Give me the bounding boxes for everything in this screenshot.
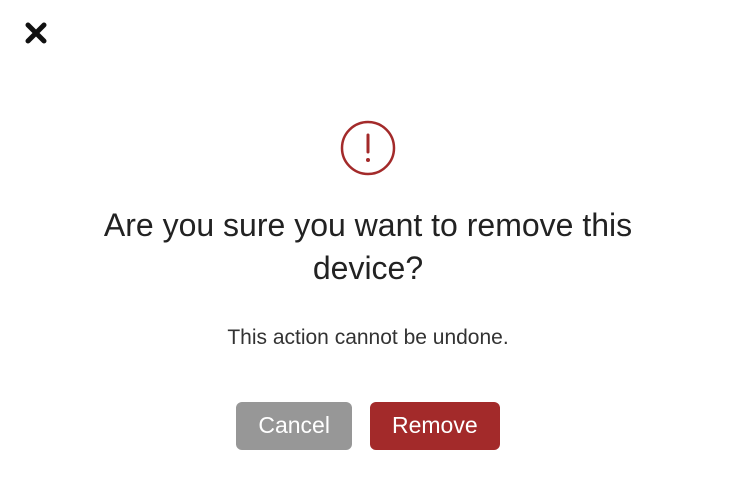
confirm-dialog: Are you sure you want to remove this dev… (0, 120, 736, 450)
cancel-button[interactable]: Cancel (236, 402, 352, 450)
close-button[interactable] (22, 20, 50, 48)
alert-circle-icon (340, 120, 396, 176)
dialog-title: Are you sure you want to remove this dev… (88, 204, 648, 290)
dialog-subtitle: This action cannot be undone. (227, 326, 508, 350)
remove-button[interactable]: Remove (370, 402, 500, 450)
dialog-actions: Cancel Remove (236, 402, 499, 450)
close-icon (25, 22, 47, 47)
